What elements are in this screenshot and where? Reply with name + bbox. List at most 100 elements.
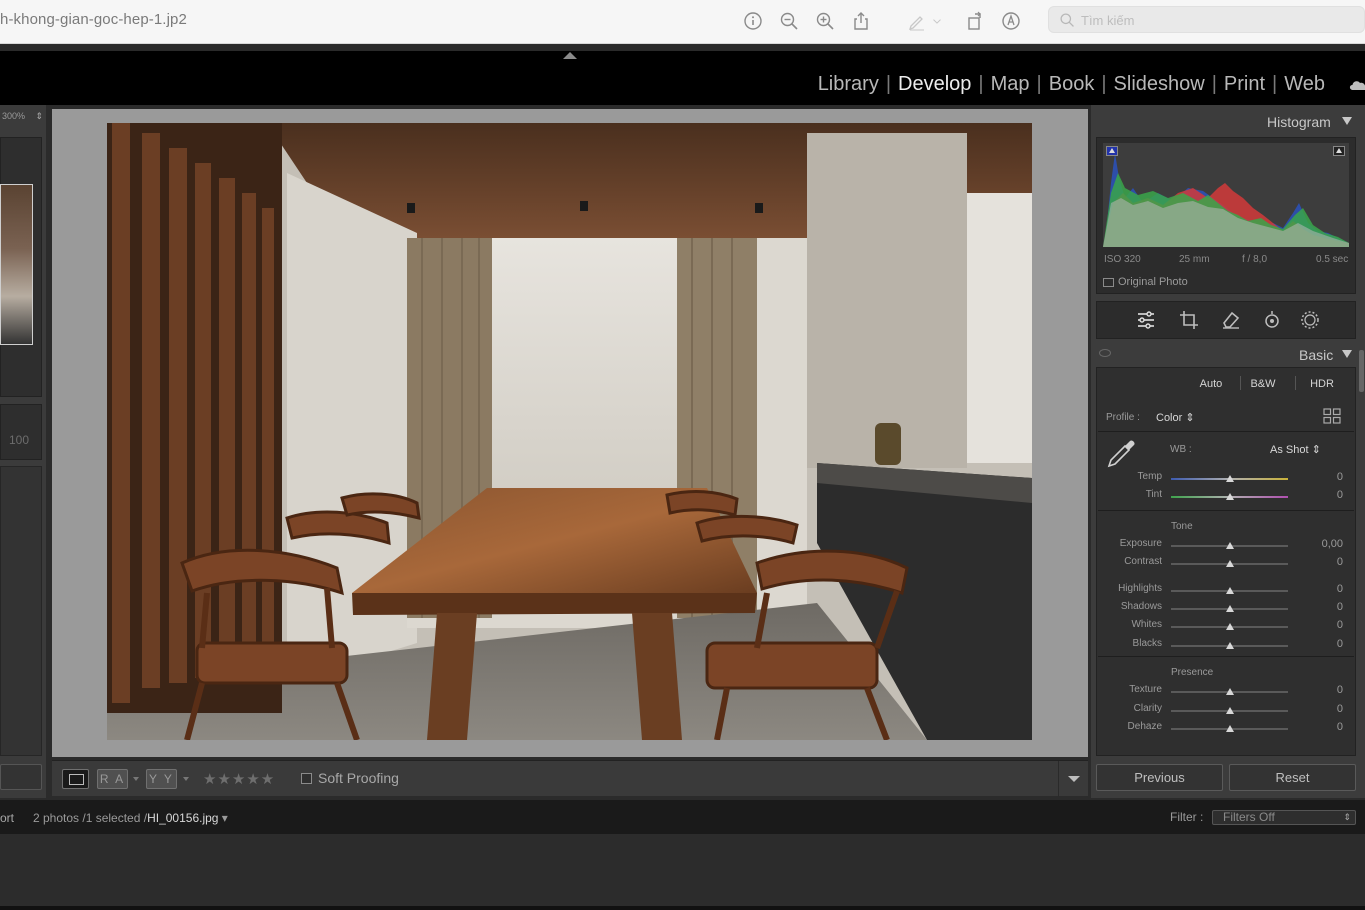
highlight-clipping-indicator[interactable] xyxy=(1333,146,1345,156)
module-web[interactable]: Web xyxy=(1284,73,1325,96)
filmstrip[interactable] xyxy=(0,834,1365,906)
histogram-graph[interactable] xyxy=(1103,143,1349,247)
blacks-slider-thumb[interactable] xyxy=(1225,642,1234,649)
basic-collapse-icon[interactable] xyxy=(1342,350,1352,358)
before-after-split-button[interactable]: Y Y xyxy=(146,769,177,789)
markup-icon[interactable] xyxy=(904,8,930,34)
basic-title[interactable]: Basic xyxy=(1299,347,1333,363)
contrast-slider-thumb[interactable] xyxy=(1225,560,1234,567)
module-print[interactable]: Print xyxy=(1224,73,1265,96)
presence-label: Presence xyxy=(1171,667,1214,678)
photo-count-text: 2 photos /1 selected / xyxy=(33,811,148,825)
original-photo-label: Original Photo xyxy=(1118,276,1188,288)
copy-button[interactable] xyxy=(0,764,42,790)
annotate-icon[interactable] xyxy=(998,8,1024,34)
module-slideshow[interactable]: Slideshow xyxy=(1114,73,1205,96)
contrast-label: Contrast xyxy=(1124,556,1162,567)
profile-select[interactable]: Color ⇕ xyxy=(1156,411,1195,424)
filter-value: Filters Off xyxy=(1223,810,1275,824)
tint-slider-thumb[interactable] xyxy=(1225,493,1234,500)
loupe-view-button[interactable] xyxy=(62,769,89,789)
photo-count[interactable]: 2 photos /1 selected /HI_00156.jpg ▾ xyxy=(33,811,228,825)
zoom-in-icon[interactable] xyxy=(812,8,838,34)
exif-focal-length: 25 mm xyxy=(1179,254,1210,265)
split-dropdown-icon[interactable] xyxy=(183,777,189,781)
temp-slider-thumb[interactable] xyxy=(1225,475,1234,482)
filter-label: Filter : xyxy=(1170,810,1204,824)
basic-visibility-eye-icon[interactable] xyxy=(1099,349,1111,357)
temp-value[interactable]: 0 xyxy=(1303,471,1343,483)
exposure-value[interactable]: 0,00 xyxy=(1303,538,1343,550)
edit-sliders-icon[interactable] xyxy=(1135,309,1157,331)
exposure-slider-thumb[interactable] xyxy=(1225,542,1234,549)
navigator-zoom[interactable]: 300% ⇕ xyxy=(0,111,46,131)
module-separator: | xyxy=(1211,73,1217,95)
dehaze-slider-thumb[interactable] xyxy=(1225,725,1234,732)
masking-icon[interactable] xyxy=(1299,309,1321,331)
rotate-icon[interactable] xyxy=(962,8,988,34)
panel-scrollbar[interactable] xyxy=(1359,350,1364,392)
dehaze-value[interactable]: 0 xyxy=(1303,721,1343,733)
highlights-slider-thumb[interactable] xyxy=(1225,587,1234,594)
main-photo[interactable] xyxy=(107,123,1032,740)
tone-label: Tone xyxy=(1171,521,1193,532)
shadow-clipping-indicator[interactable] xyxy=(1106,146,1118,156)
search-input[interactable] xyxy=(1081,10,1351,30)
temp-label: Temp xyxy=(1137,471,1162,482)
profile-browser-grid-icon[interactable] xyxy=(1323,408,1341,424)
hdr-button[interactable]: HDR xyxy=(1307,377,1337,391)
tint-value[interactable]: 0 xyxy=(1303,489,1343,501)
before-after-dropdown-icon[interactable] xyxy=(133,777,139,781)
left-history-section xyxy=(0,466,42,756)
zoom-out-icon[interactable] xyxy=(776,8,802,34)
wb-select[interactable]: As Shot ⇕ xyxy=(1270,443,1321,456)
chevron-down-icon[interactable] xyxy=(930,8,944,34)
clarity-value[interactable]: 0 xyxy=(1303,703,1343,715)
texture-slider-thumb[interactable] xyxy=(1225,688,1234,695)
search-field[interactable] xyxy=(1048,6,1365,33)
histogram-title[interactable]: Histogram xyxy=(1267,114,1331,130)
contrast-value[interactable]: 0 xyxy=(1303,556,1343,568)
texture-value[interactable]: 0 xyxy=(1303,684,1343,696)
wb-eyedropper-icon[interactable] xyxy=(1106,437,1138,469)
zoom-stepper-icon[interactable]: ⇕ xyxy=(35,111,43,122)
develop-toolbar: R A Y Y ★★★★★ Soft Proofing xyxy=(52,760,1088,797)
filter-select[interactable]: Filters Off ⇕ xyxy=(1212,810,1356,825)
original-photo-checkbox[interactable] xyxy=(1103,278,1114,287)
navigator-thumbnail[interactable] xyxy=(0,184,33,345)
shadows-value[interactable]: 0 xyxy=(1303,601,1343,613)
healing-eraser-icon[interactable] xyxy=(1220,309,1242,331)
reset-button[interactable]: Reset xyxy=(1229,764,1356,791)
shadows-slider-thumb[interactable] xyxy=(1225,605,1234,612)
share-icon[interactable] xyxy=(848,8,874,34)
crop-icon[interactable] xyxy=(1178,309,1200,331)
clarity-slider-thumb[interactable] xyxy=(1225,707,1234,714)
red-eye-icon[interactable] xyxy=(1261,309,1283,331)
soft-proofing-checkbox[interactable] xyxy=(301,773,312,784)
toolbar-content-menu[interactable] xyxy=(1058,761,1088,797)
cloud-icon[interactable] xyxy=(1349,77,1365,91)
tint-label: Tint xyxy=(1145,489,1162,500)
module-develop[interactable]: Develop xyxy=(898,73,971,96)
whites-slider-thumb[interactable] xyxy=(1225,623,1234,630)
info-icon[interactable] xyxy=(740,8,766,34)
collapse-top-panel-icon[interactable] xyxy=(563,52,577,59)
bw-button[interactable]: B&W xyxy=(1248,377,1278,391)
blacks-label: Blacks xyxy=(1132,638,1162,649)
before-after-button[interactable]: R A xyxy=(97,769,128,789)
exif-aperture: f / 8,0 xyxy=(1242,254,1268,265)
histogram-collapse-icon[interactable] xyxy=(1342,117,1352,125)
profile-label: Profile : xyxy=(1106,412,1140,423)
import-label[interactable]: ort xyxy=(0,811,14,825)
module-book[interactable]: Book xyxy=(1049,73,1095,96)
navigator-zoom-value: 300% xyxy=(2,111,26,121)
previous-button[interactable]: Previous xyxy=(1096,764,1223,791)
treatment-separator xyxy=(1240,376,1241,390)
star-rating[interactable]: ★★★★★ xyxy=(203,770,275,788)
whites-value[interactable]: 0 xyxy=(1303,619,1343,631)
module-map[interactable]: Map xyxy=(991,73,1030,96)
module-library[interactable]: Library xyxy=(818,73,879,96)
blacks-value[interactable]: 0 xyxy=(1303,638,1343,650)
auto-button[interactable]: Auto xyxy=(1196,377,1226,391)
highlights-value[interactable]: 0 xyxy=(1303,583,1343,595)
